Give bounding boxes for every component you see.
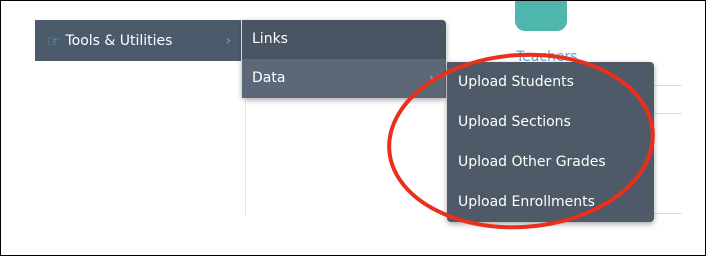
menu-item-upload-sections[interactable]: Upload Sections (447, 102, 654, 142)
screenshot-frame: Teachers ☞ Tools & Utilities › Links Dat… (0, 0, 706, 256)
teachers-icon[interactable] (515, 1, 567, 31)
main-menu: ☞ Tools & Utilities › (35, 20, 241, 61)
menu-item-upload-enrollments[interactable]: Upload Enrollments (447, 182, 654, 222)
menu-item-label: Upload Students (458, 74, 574, 90)
menu-item-upload-other-grades[interactable]: Upload Other Grades (447, 142, 654, 182)
chevron-right-icon: › (428, 71, 434, 86)
data-submenu: Upload Students Upload Sections Upload O… (447, 62, 654, 222)
menu-item-label: Upload Sections (458, 114, 571, 130)
menu-item-label: Tools & Utilities (65, 32, 173, 49)
menu-item-label: Upload Enrollments (458, 194, 595, 210)
submenu-item-data[interactable]: Data › (242, 59, 446, 98)
submenu-item-label: Links (252, 31, 288, 47)
pointing-hand-icon: ☞ (47, 31, 61, 50)
divider (245, 101, 246, 216)
tools-submenu: Links Data › (242, 20, 446, 98)
menu-item-tools-utilities[interactable]: ☞ Tools & Utilities › (35, 20, 241, 61)
menu-item-label: Upload Other Grades (458, 154, 606, 170)
submenu-item-label: Data (252, 70, 286, 86)
submenu-item-links[interactable]: Links (242, 20, 446, 59)
menu-item-upload-students[interactable]: Upload Students (447, 62, 654, 102)
chevron-right-icon: › (225, 32, 231, 49)
